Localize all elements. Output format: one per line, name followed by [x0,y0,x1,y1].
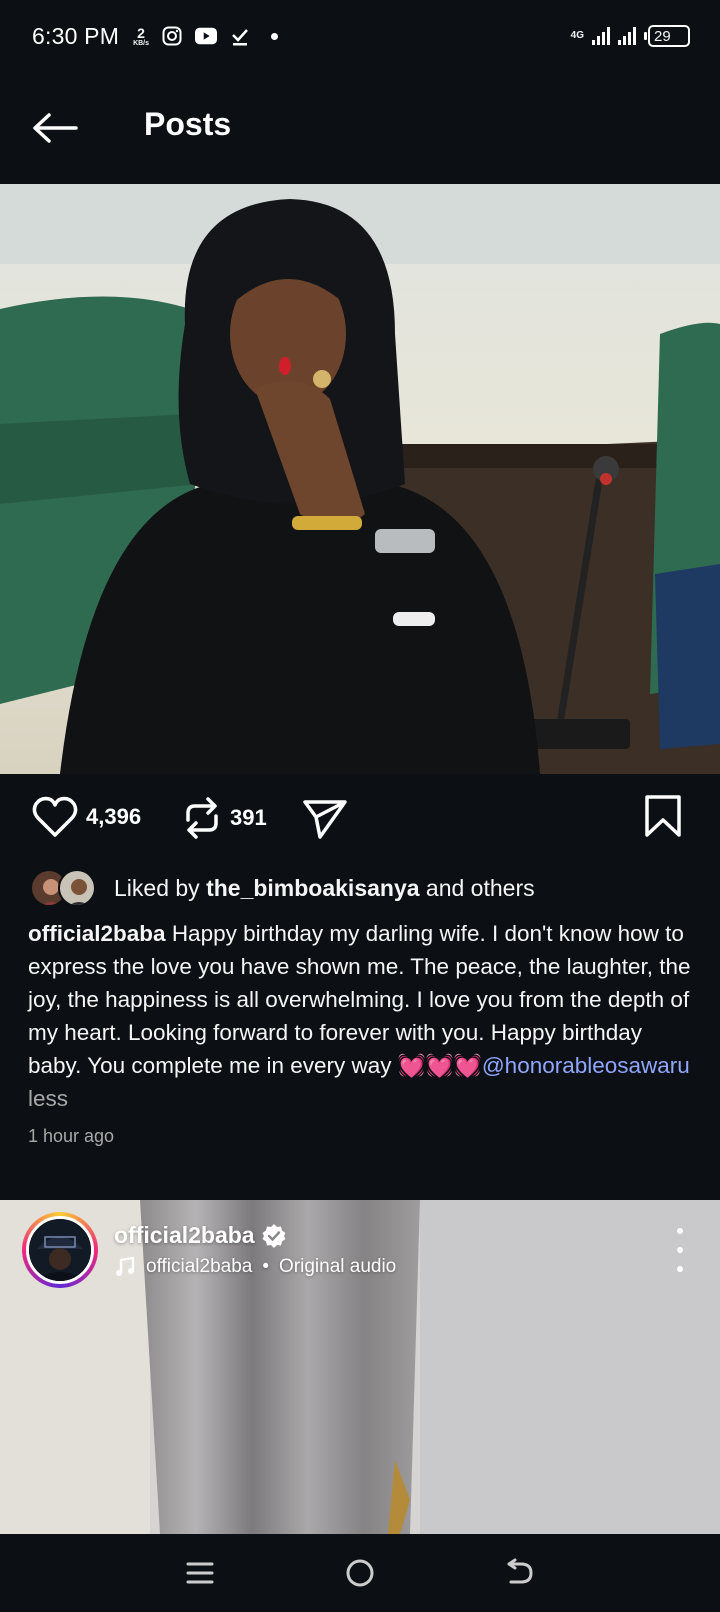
battery-icon: 29 [644,25,690,47]
like-button[interactable]: 4,396 [32,796,141,838]
post-image[interactable] [0,184,720,774]
more-options-button[interactable] [670,1228,690,1272]
reel-avatar[interactable] [22,1212,98,1288]
signal-icon [592,27,610,45]
like-count: 4,396 [86,804,142,829]
system-nav-bar [0,1534,720,1612]
status-bar: 6:30 PM 2 KB/s 4G 29 [0,0,720,72]
heart-icon [32,796,78,837]
reel-header: official2baba official2baba • Original a… [0,1200,720,1300]
nav-menu-button[interactable] [178,1551,222,1595]
home-circle-icon [346,1559,374,1587]
network-type: 4G [570,30,584,41]
menu-icon [186,1562,214,1584]
instagram-icon [161,25,183,47]
back-button[interactable] [30,108,80,148]
page-title: Posts [144,106,232,142]
status-time: 6:30 PM [32,22,120,49]
youtube-icon [195,25,218,47]
less-link[interactable]: less [28,1086,68,1111]
liked-by-row[interactable]: Liked by the_bimboakisanya and others [30,868,535,908]
repost-count: 391 [230,805,267,830]
caption-author[interactable]: official2baba [28,921,166,946]
signal-icon-2 [618,27,636,45]
nav-back-button[interactable] [498,1551,542,1595]
avatar [58,869,96,907]
repost-button[interactable]: 391 [182,796,267,840]
next-reel[interactable]: official2baba official2baba • Original a… [0,1200,720,1534]
post-caption: official2baba Happy birthday my darling … [28,917,698,1115]
nav-home-button[interactable] [338,1551,382,1595]
post-actions: 4,396 391 [0,774,720,864]
notification-dot-icon [271,32,279,40]
download-done-icon [229,25,251,47]
post-timestamp: 1 hour ago [28,1126,115,1146]
top-bar: Posts [0,72,720,184]
net-speed: 2 KB/s [133,24,150,47]
send-icon [303,800,347,839]
repost-icon [186,797,218,839]
bookmark-icon [645,795,681,837]
music-note-icon [116,1256,135,1276]
caption-mention[interactable]: @honorableosawaru [482,1053,690,1078]
arrow-left-icon [33,113,78,143]
reel-username[interactable]: official2baba [114,1222,287,1249]
reel-audio[interactable]: official2baba • Original audio [114,1256,396,1278]
verified-badge-icon [262,1223,286,1248]
liked-by-text: Liked by the_bimboakisanya and others [114,874,535,901]
back-icon [507,1558,533,1584]
liked-by-user[interactable]: the_bimboakisanya [206,875,419,901]
share-button[interactable] [302,798,348,840]
liker-avatars [30,869,100,907]
save-button[interactable] [644,794,682,838]
